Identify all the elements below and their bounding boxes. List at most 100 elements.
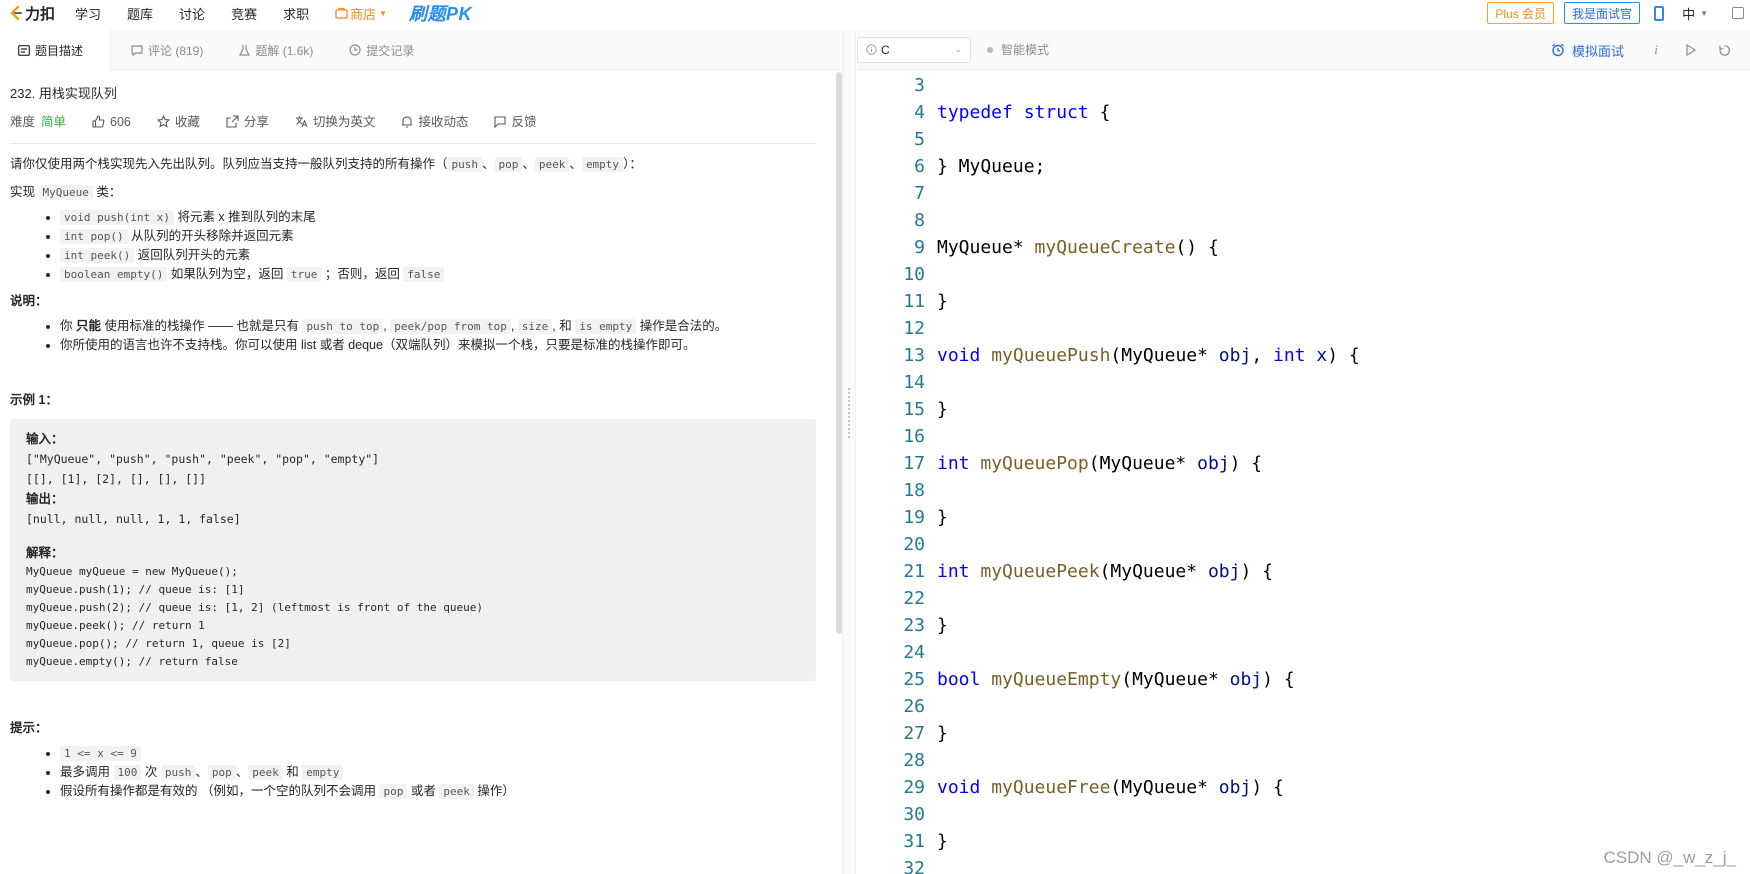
list-item: int peek() 返回队列开头的元素 <box>60 246 830 265</box>
example-input-2: [[], [1], [2], [], [], []] <box>26 472 207 487</box>
mock-interview-label: 模拟面试 <box>1571 43 1624 59</box>
nav-store[interactable]: 商店 ▼ <box>335 4 387 23</box>
info-icon <box>866 44 877 55</box>
plus-member-button[interactable]: Plus 会员 <box>1487 2 1555 24</box>
code-language-select[interactable]: C ⌄ <box>857 36 971 63</box>
code-editor[interactable]: 3 4 typedef struct { 5 6} MyQueue; 7 8 9M… <box>857 70 1750 874</box>
tab-comments-label: 评论 (819) <box>148 43 204 58</box>
method-code: void push(int x) <box>60 209 174 225</box>
mobile-icon[interactable] <box>1654 5 1665 21</box>
line-number: 5 <box>914 129 925 150</box>
translate-icon <box>295 116 308 128</box>
code-line: 15} <box>857 396 948 423</box>
code-line: 17 int myQueuePop(MyQueue* obj) { <box>857 450 1262 477</box>
line-number: 11 <box>903 291 925 312</box>
note-list: 你 只能 使用标准的栈操作 —— 也就是只有 push to top, peek… <box>10 317 830 355</box>
tab-submissions-label: 提交记录 <box>366 43 415 58</box>
nav-learn[interactable]: 学习 <box>75 4 101 23</box>
code-line: 19} <box>857 504 948 531</box>
example-explain-line: myQueue.push(1); // queue is: [1] <box>26 583 245 597</box>
example-explain-line: myQueue.push(2); // queue is: [1, 2] (le… <box>26 601 483 615</box>
problem-content: 232. 用栈实现队列 难度 简单 606 收藏 分享 切换为英文 接收动态 反… <box>0 70 830 874</box>
hint-text: 操作） <box>477 784 515 798</box>
difficulty-badge: 简单 <box>41 114 67 129</box>
interviewer-button[interactable]: 我是面试官 <box>1564 2 1641 24</box>
note-title: 说明： <box>10 293 48 308</box>
code-line: 21 int myQueuePeek(MyQueue* obj) { <box>857 558 1273 585</box>
code-token: int <box>937 561 970 582</box>
like-button[interactable]: 606 <box>92 113 131 132</box>
code-token: struct <box>1023 102 1089 123</box>
language-label: 中 <box>1682 6 1696 22</box>
reset-icon[interactable] <box>1716 42 1732 58</box>
exit-icon[interactable] <box>1732 7 1744 19</box>
feedback-button[interactable]: 反馈 <box>494 113 536 132</box>
favorite-label: 收藏 <box>174 114 200 129</box>
hint-code: 100 <box>113 765 142 780</box>
line-number: 6 <box>914 156 925 177</box>
share-button[interactable]: 分享 <box>226 113 269 132</box>
code-token: obj <box>1218 345 1252 366</box>
method-text: 将元素 x 推到队列的末尾 <box>177 209 316 224</box>
tab-description[interactable]: 题目描述 <box>0 30 111 70</box>
line-number: 25 <box>903 669 925 690</box>
leetcode-logo[interactable]: 力扣 <box>8 3 55 24</box>
nav-pk[interactable]: 刷题PK <box>409 0 472 26</box>
comment-icon <box>131 44 143 56</box>
hint-code: pop <box>207 765 236 780</box>
smart-mode-toggle[interactable]: 智能模式 <box>987 41 1049 58</box>
mock-interview-button[interactable]: 模拟面试 <box>1551 41 1624 60</box>
example-explain-line: myQueue.empty(); // return false <box>26 655 238 669</box>
code-line: 16 <box>857 423 937 450</box>
example-explain-line: myQueue.pop(); // return 1, queue is [2] <box>26 637 291 651</box>
favorite-button[interactable]: 收藏 <box>156 113 200 132</box>
code-token: ) { <box>1229 453 1263 474</box>
chevron-down-icon: ▼ <box>1700 8 1708 18</box>
op-peek: peek <box>534 157 570 173</box>
line-number: 26 <box>903 696 925 717</box>
method-code: boolean empty() <box>60 266 168 282</box>
play-icon[interactable] <box>1682 42 1698 58</box>
note-code: is empty <box>575 318 637 334</box>
panel-resizer[interactable] <box>842 30 856 874</box>
code-token: obj <box>1207 561 1241 582</box>
method-text: 返回队列开头的元素 <box>137 247 251 262</box>
star-icon <box>156 115 170 128</box>
example-explain-line: MyQueue myQueue = new MyQueue(); <box>26 565 238 579</box>
method-text: 从队列的开头移除并返回元素 <box>131 228 294 243</box>
hint-code: empty <box>302 765 344 780</box>
desc-suffix: ）： <box>623 157 642 172</box>
clock-icon <box>349 44 361 56</box>
tab-solutions[interactable]: 题解 (1.6k) <box>221 30 331 70</box>
code-token: obj <box>1197 453 1230 474</box>
top-nav: 力扣 学习 题库 讨论 竞赛 求职 商店 ▼ 刷题PK Plus 会员 我是面试… <box>0 0 1750 26</box>
code-line: 7 <box>857 180 937 207</box>
code-token: obj <box>1229 669 1263 690</box>
switch-language-button[interactable]: 切换为英文 <box>295 113 375 132</box>
code-token: } <box>937 399 948 420</box>
code-token: int <box>937 453 970 474</box>
info-icon[interactable]: i <box>1648 42 1664 58</box>
code-token: int <box>1273 345 1306 366</box>
code-token: void <box>937 345 981 366</box>
nav-discuss[interactable]: 讨论 <box>179 4 205 23</box>
op-pop: pop <box>494 157 523 173</box>
line-number: 17 <box>903 453 925 474</box>
code-token: } <box>937 831 948 852</box>
nav-problems[interactable]: 题库 <box>127 4 153 23</box>
nav-jobs[interactable]: 求职 <box>283 4 309 23</box>
language-select[interactable]: 中 ▼ <box>1682 4 1708 23</box>
hint-text: 假设所有操作都是有效的 （例如，一个空的队列不会调用 <box>60 784 376 798</box>
tab-comments[interactable]: 评论 (819) <box>113 30 221 70</box>
line-number: 14 <box>903 372 925 393</box>
subscribe-button[interactable]: 接收动态 <box>401 113 468 132</box>
code-line: 22 <box>857 585 937 612</box>
nav-contest[interactable]: 竞赛 <box>231 4 257 23</box>
list-item: 假设所有操作都是有效的 （例如，一个空的队列不会调用 pop 或者 peek 操… <box>60 782 830 801</box>
logo-text: 力扣 <box>25 5 56 23</box>
line-number: 27 <box>903 723 925 744</box>
impl-text: 实现 MyQueue 类： <box>10 183 830 202</box>
tab-submissions[interactable]: 提交记录 <box>331 30 432 70</box>
line-number: 31 <box>903 831 925 852</box>
line-number: 18 <box>903 480 925 501</box>
